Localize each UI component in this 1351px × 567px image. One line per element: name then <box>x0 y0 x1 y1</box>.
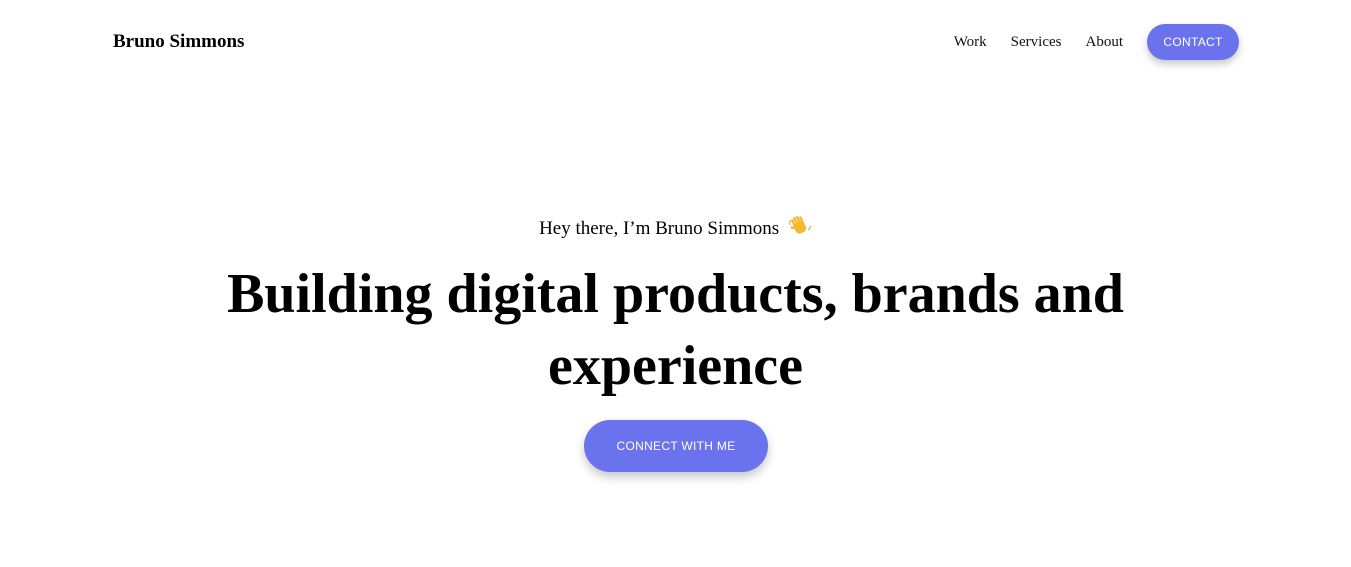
greeting-text: Hey there, I’m Bruno Simmons <box>539 218 780 239</box>
nav-link-work[interactable]: Work <box>954 34 987 51</box>
hero-headline: Building digital products, brands and ex… <box>227 263 1124 397</box>
main-nav: Work Services About CONTACT <box>954 24 1239 60</box>
page: Bruno Simmons Work Services About CONTAC… <box>0 0 1351 567</box>
waving-hand-icon <box>788 213 812 245</box>
nav-link-about[interactable]: About <box>1086 34 1124 51</box>
connect-button[interactable]: CONNECT WITH ME <box>584 420 768 472</box>
nav-link-services[interactable]: Services <box>1011 34 1062 51</box>
brand-logo[interactable]: Bruno Simmons <box>113 30 244 54</box>
hero-greeting: Hey there, I’m Bruno Simmons <box>0 213 1351 245</box>
contact-button[interactable]: CONTACT <box>1147 24 1239 60</box>
